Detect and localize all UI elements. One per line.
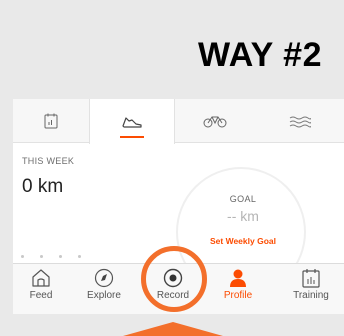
arrow-up-icon: [123, 322, 223, 336]
